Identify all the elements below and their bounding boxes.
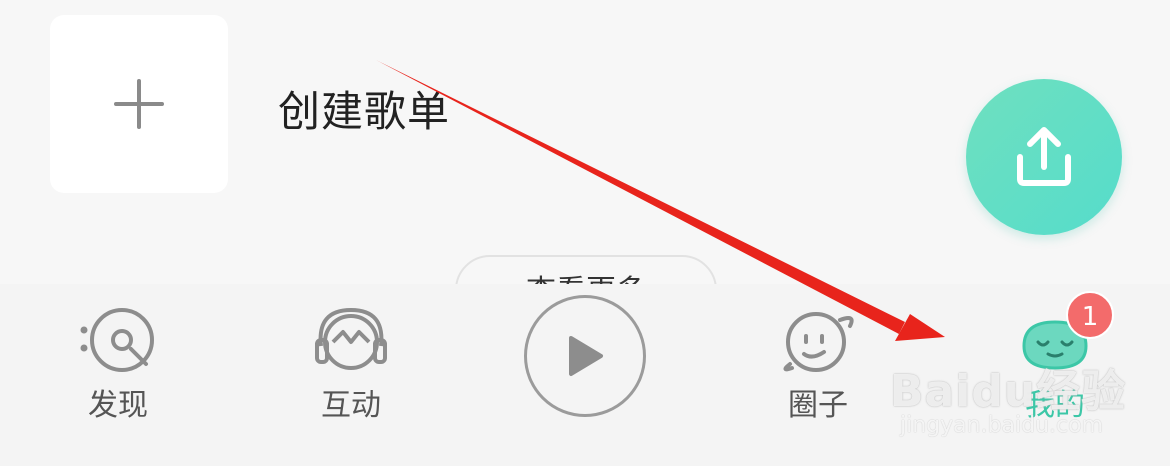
upload-button[interactable] <box>966 79 1122 235</box>
planet-face-icon <box>783 312 854 372</box>
play-button[interactable] <box>524 295 646 417</box>
play-icon <box>569 336 603 376</box>
notification-badge: 1 <box>1066 291 1114 339</box>
upload-icon <box>1017 127 1071 186</box>
tab-interact-label: 互动 <box>321 388 381 423</box>
tab-discover[interactable]: 发现 <box>18 284 218 466</box>
tab-discover-label: 发现 <box>88 388 148 423</box>
tab-mine-label: 我的 <box>1025 388 1085 423</box>
screen: 创建歌单 查看更多 发现 <box>0 0 1170 466</box>
tab-circle-label: 圈子 <box>788 388 848 423</box>
tab-mine[interactable]: 我的 <box>955 284 1155 466</box>
create-playlist-label[interactable]: 创建歌单 <box>278 78 450 139</box>
tab-circle[interactable]: 圈子 <box>718 284 918 466</box>
tab-interact[interactable]: 互动 <box>251 284 451 466</box>
disc-icon <box>80 308 154 372</box>
create-playlist-button[interactable] <box>50 15 228 193</box>
headphones-face-icon <box>315 307 387 370</box>
plus-icon <box>114 79 164 129</box>
